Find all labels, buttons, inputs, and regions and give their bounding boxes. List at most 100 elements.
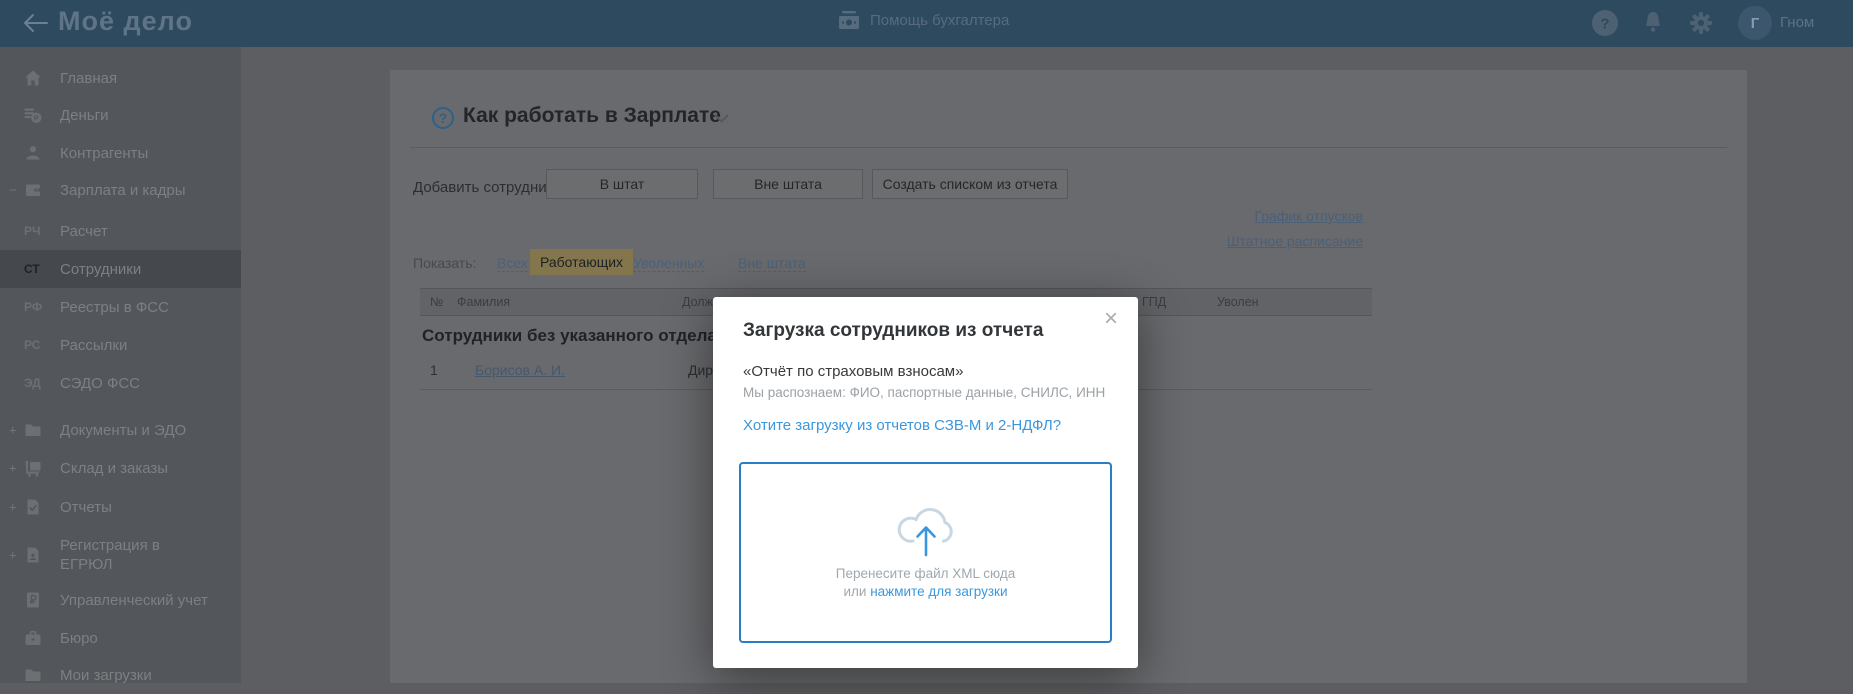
sidebar-item-otchety[interactable]: + Отчеты	[0, 488, 241, 526]
recognize-hint: Мы распознаем: ФИО, паспортные данные, С…	[743, 385, 1106, 400]
documents-icon	[24, 421, 42, 439]
staffing-table-link[interactable]: Штатное расписание	[1227, 233, 1363, 249]
settings-gear-icon[interactable]	[1690, 12, 1712, 34]
add-employee-label: Добавить сотрудника:	[413, 179, 567, 196]
dropzone-or: или	[843, 584, 867, 599]
item-prefix: РЧ	[24, 224, 41, 238]
management-icon	[24, 591, 42, 609]
employee-name-link[interactable]: Борисов А. И.	[475, 362, 565, 378]
dropzone-hint-2: или нажмите для загрузки	[741, 584, 1110, 599]
column-number: №	[430, 295, 444, 309]
help-center-button[interactable]: Помощь бухгалтера	[838, 11, 1009, 30]
sidebar-item-label: СЭДО ФСС	[60, 374, 141, 392]
sidebar-item-zarplata-i-kadry[interactable]: − Зарплата и кадры	[0, 171, 241, 209]
avatar-initial: Г	[1750, 14, 1760, 32]
question-circle-icon[interactable]: ?	[432, 107, 454, 129]
add-staff-button[interactable]: В штат	[546, 169, 698, 199]
sidebar-item-label: Склад и заказы	[60, 459, 169, 477]
help-center-label: Помощь бухгалтера	[870, 12, 1010, 29]
sidebar-item-glavnaya[interactable]: Главная	[0, 59, 241, 97]
home-icon	[24, 69, 42, 87]
filter-all-link[interactable]: Всех	[497, 255, 528, 272]
sidebar-item-dengi[interactable]: Р Деньги	[0, 96, 241, 134]
bureau-icon	[24, 629, 42, 647]
page-title: Как работать в Зарплате	[463, 104, 721, 127]
sidebar-item-moi-zagruzki[interactable]: Мои загрузки	[0, 656, 241, 694]
sidebar-item-label: Деньги	[60, 106, 109, 124]
upload-employees-modal: Загрузка сотрудников из отчета × «Отчёт …	[713, 297, 1138, 668]
user-avatar[interactable]: Г	[1738, 6, 1772, 40]
sidebar-item-upravlencheskiy-uchet[interactable]: Управленческий учет	[0, 581, 241, 619]
help-icon[interactable]: ?	[1592, 10, 1618, 36]
sidebar-item-sotrudniki[interactable]: СТ Сотрудники	[0, 250, 241, 288]
user-name[interactable]: Гном	[1780, 14, 1814, 31]
add-outside-staff-button[interactable]: Вне штата	[713, 169, 863, 199]
item-prefix: РФ	[24, 300, 43, 314]
sidebar-item-label: Мои загрузки	[60, 666, 152, 684]
group-heading: Сотрудники без указанного отдела	[422, 326, 717, 345]
svg-text:?: ?	[1600, 16, 1609, 33]
warehouse-icon	[24, 459, 42, 477]
column-surname: Фамилия	[457, 295, 511, 309]
divider	[410, 147, 1727, 148]
back-arrow-icon[interactable]	[22, 13, 48, 33]
top-bar: Моё дело Помощь бухгалтера ? Г Гном	[0, 0, 1853, 47]
downloads-folder-icon	[24, 666, 42, 684]
close-icon[interactable]: ×	[1104, 307, 1118, 331]
xml-dropzone[interactable]: Перенесите файл XML сюда или нажмите для…	[739, 462, 1112, 643]
svg-text:Р: Р	[34, 114, 39, 123]
filter-dismissed-link[interactable]: Уволенных	[633, 255, 705, 272]
sidebar-item-label: Документы и ЭДО	[60, 421, 187, 439]
sidebar-item-kontragenty[interactable]: Контрагенты	[0, 134, 241, 172]
click-to-upload-link[interactable]: нажмите для загрузки	[870, 584, 1007, 599]
registration-icon	[24, 546, 42, 564]
sidebar-item-raschet[interactable]: РЧ Расчет	[0, 212, 241, 250]
upload-cloud-icon	[897, 508, 953, 557]
sidebar-item-label: Главная	[60, 69, 118, 87]
modal-title: Загрузка сотрудников из отчета	[743, 320, 1044, 341]
collapse-minus-icon[interactable]: −	[9, 183, 17, 198]
filter-outside-staff-link[interactable]: Вне штата	[738, 255, 806, 272]
sidebar-item-rassylki[interactable]: РС Рассылки	[0, 326, 241, 364]
sidebar-item-label: Бюро	[60, 629, 98, 647]
item-prefix: ЭД	[24, 376, 41, 390]
sidebar-item-label: Сотрудники	[60, 260, 142, 278]
chevron-down-icon[interactable]	[714, 114, 729, 123]
sidebar-item-label: Регистрация в ЕГРЮЛ	[60, 537, 160, 573]
sidebar-item-sklad-zakazy[interactable]: + Склад и заказы	[0, 449, 241, 487]
expand-plus-icon[interactable]: +	[9, 548, 17, 563]
sidebar-item-sedo-fss[interactable]: ЭД СЭДО ФСС	[0, 364, 241, 402]
sidebar-item-reestry-fss[interactable]: РФ Реестры в ФСС	[0, 288, 241, 326]
sidebar-item-label: Отчеты	[60, 498, 112, 516]
sidebar-item-registratsiya-egrul[interactable]: + Регистрация в ЕГРЮЛ	[0, 530, 241, 580]
filter-working-selected[interactable]: Работающих	[530, 249, 634, 275]
create-from-report-button[interactable]: Создать списком из отчета	[872, 169, 1068, 199]
item-prefix: РС	[24, 338, 41, 352]
dropzone-hint: Перенесите файл XML сюда	[835, 566, 1016, 581]
employee-row-number: 1	[430, 362, 438, 378]
sidebar-item-label: Управленческий учет	[60, 591, 208, 609]
vacation-schedule-link[interactable]: График отпусков	[1254, 208, 1363, 224]
column-gpd: ГПД	[1142, 295, 1167, 309]
sidebar-item-label: Зарплата и кадры	[60, 181, 186, 199]
sidebar-item-label: Контрагенты	[60, 144, 149, 162]
expand-plus-icon[interactable]: +	[9, 461, 17, 476]
item-prefix: СТ	[24, 262, 40, 276]
alt-reports-link[interactable]: Хотите загрузку из отчетов СЗВ-М и 2-НДФ…	[743, 417, 1061, 434]
money-icon: Р	[24, 106, 42, 124]
cash-icon	[838, 11, 860, 30]
expand-plus-icon[interactable]: +	[9, 500, 17, 515]
app-logo[interactable]: Моё дело	[58, 6, 193, 37]
sidebar: Главная Р Деньги Контрагенты − Зарплата …	[0, 47, 241, 684]
notifications-bell-icon[interactable]	[1643, 11, 1663, 35]
sidebar-item-dokumenty-edo[interactable]: + Документы и ЭДО	[0, 411, 241, 449]
sidebar-item-label: Рассылки	[60, 336, 128, 354]
filter-label: Показать:	[413, 255, 477, 271]
app-root: Моё дело Помощь бухгалтера ? Г Гном Глав…	[0, 0, 1853, 684]
reports-icon	[24, 498, 42, 516]
expand-plus-icon[interactable]: +	[9, 423, 17, 438]
sidebar-item-byuro[interactable]: Бюро	[0, 619, 241, 657]
sidebar-item-label: Расчет	[60, 222, 108, 240]
contractors-icon	[24, 144, 42, 162]
sidebar-item-label: Реестры в ФСС	[60, 298, 169, 316]
